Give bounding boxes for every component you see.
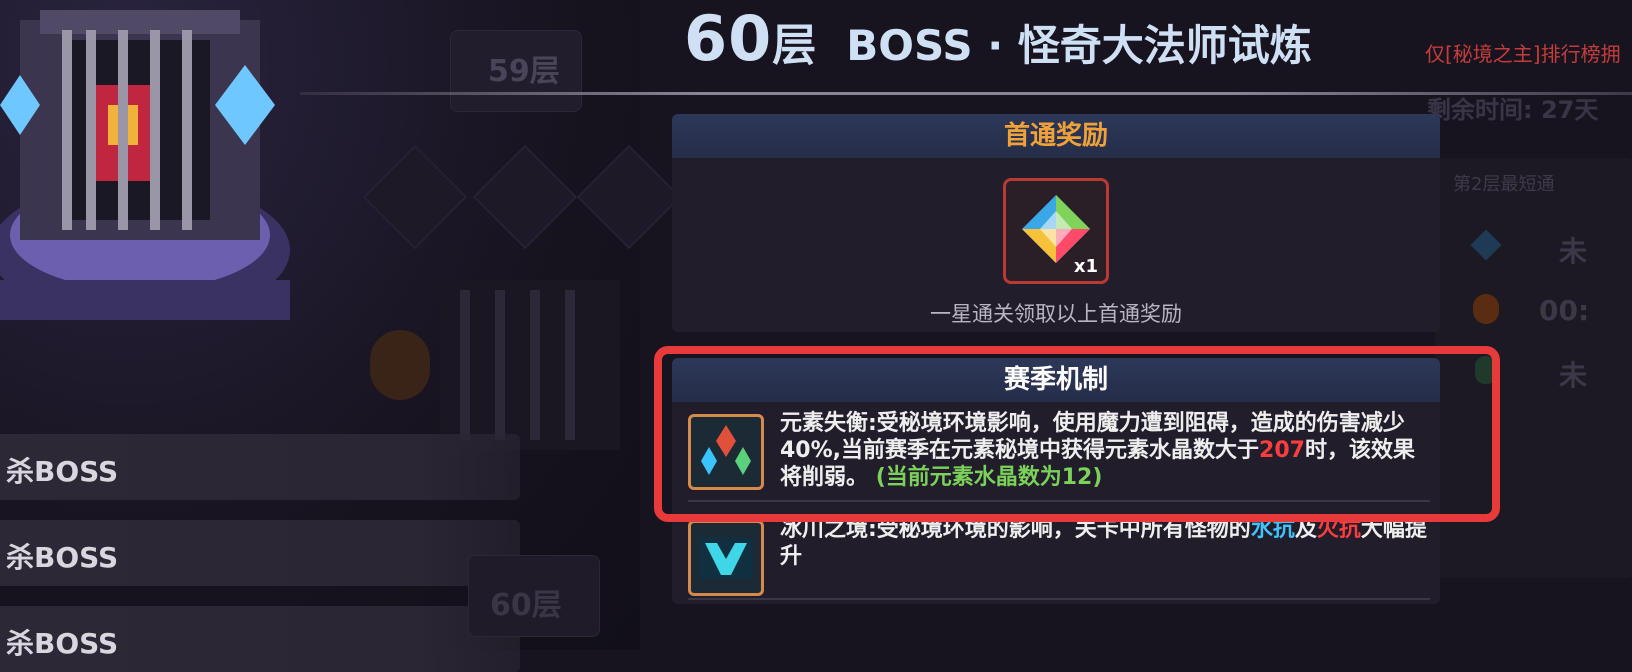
fire-emblem	[370, 330, 430, 400]
reward-note: 一星通关领取以上首通奖励	[930, 302, 1182, 326]
reward-quantity: x1	[1073, 256, 1098, 277]
remaining-time: 剩余时间: 27天	[1427, 96, 1599, 124]
left-row-label: 杀BOSS	[6, 455, 119, 488]
reward-item[interactable]: x1	[1003, 178, 1109, 284]
glacier-icon	[688, 520, 764, 596]
left-row-2[interactable]: 杀BOSS	[0, 520, 520, 586]
fastest-clear-label: 第2层最短通	[1453, 174, 1555, 195]
left-row-1[interactable]: 杀BOSS	[0, 434, 520, 500]
page-title: 60层 BOSS · 怪奇大法师试炼	[684, 2, 1312, 75]
floor-number: 60	[684, 2, 773, 75]
entry-value: 未	[1559, 235, 1588, 268]
water-element-icon	[1470, 229, 1502, 261]
rank-note: 仅[秘境之主]排行榜拥	[1425, 42, 1621, 66]
entry-value: 未	[1559, 359, 1588, 392]
left-row-3[interactable]: 杀BOSS	[0, 606, 520, 672]
floor-59-label: 59层	[488, 54, 560, 89]
floor-60-label: 60层	[490, 588, 562, 623]
boss-title: BOSS · 怪奇大法师试炼	[846, 21, 1312, 70]
left-row-label: 杀BOSS	[6, 541, 119, 574]
floor-unit: 层	[772, 20, 817, 71]
mechanic-divider	[688, 598, 1430, 600]
background-cage-icon	[440, 280, 620, 450]
highlight-box	[654, 346, 1500, 522]
entry-value: 00:	[1539, 294, 1590, 327]
fire-element-icon	[1473, 294, 1499, 324]
mechanic-description: 冰川之境:受秘境环境的影响，关卡中所有怪物的水抗及火抗大幅提升	[780, 516, 1430, 570]
first-clear-header: 首通奖励	[672, 114, 1440, 158]
left-row-label: 杀BOSS	[6, 627, 119, 660]
caged-tower-icon	[0, 10, 290, 320]
